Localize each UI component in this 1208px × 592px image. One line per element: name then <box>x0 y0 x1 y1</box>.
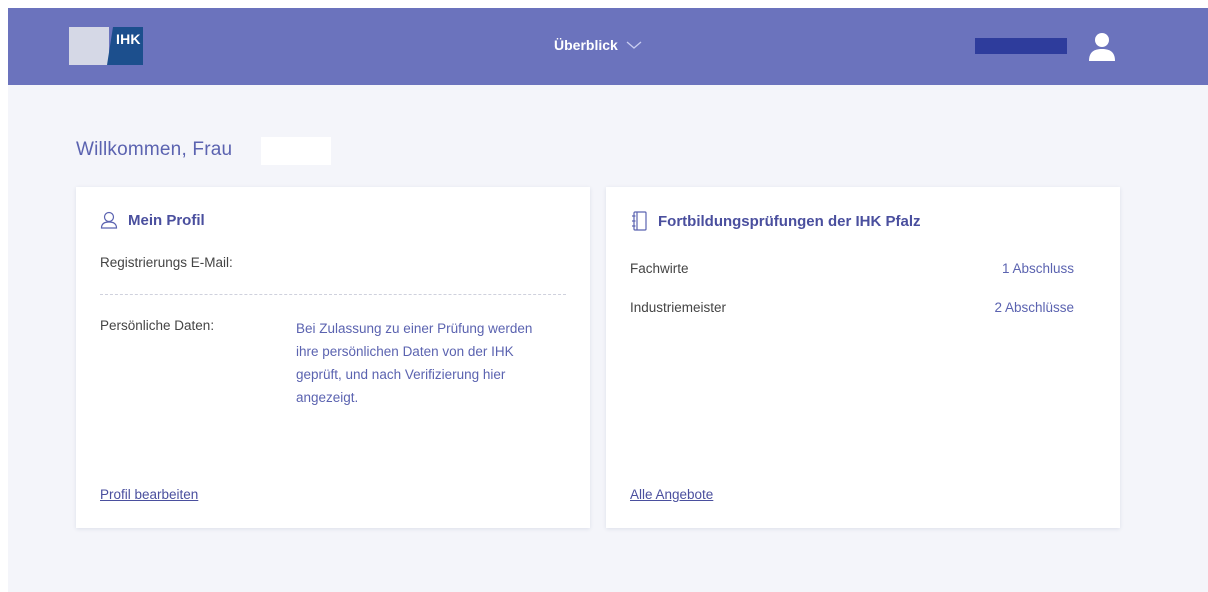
profile-card-title: Mein Profil <box>100 211 205 229</box>
exam-row-label: Industriemeister <box>630 300 727 315</box>
page: IHK Überblick Willkommen, Frau Mein Prof… <box>8 8 1208 592</box>
logo-text: IHK <box>116 31 141 47</box>
divider <box>100 294 566 295</box>
exams-card-title: Fortbildungsprüfungen der IHK Pfalz <box>630 211 921 231</box>
exams-title-text: Fortbildungsprüfungen der IHK Pfalz <box>658 212 921 230</box>
welcome-heading: Willkommen, Frau <box>76 139 233 160</box>
registration-email-label: Registrierungs E-Mail: <box>100 255 233 270</box>
top-navigation-bar: IHK Überblick <box>8 8 1208 85</box>
ihk-logo[interactable]: IHK <box>69 27 143 65</box>
logo-left-block <box>69 27 109 65</box>
username-redacted <box>975 38 1067 54</box>
profile-card: Mein Profil Registrierungs E-Mail: Persö… <box>76 187 590 528</box>
profile-title-text: Mein Profil <box>128 211 205 229</box>
personal-data-label: Persönliche Daten: <box>100 318 215 333</box>
exam-row-value[interactable]: 2 Abschlüsse <box>994 300 1074 315</box>
exam-row-value[interactable]: 1 Abschluss <box>1002 261 1074 276</box>
notebook-icon <box>632 211 647 231</box>
overview-label: Überblick <box>554 37 618 53</box>
edit-profile-link[interactable]: Profil bearbeiten <box>100 487 198 502</box>
exam-row-label: Fachwirte <box>630 261 689 276</box>
personal-data-info: Bei Zulassung zu einer Prüfung werden ih… <box>296 321 533 405</box>
chevron-down-icon <box>626 41 642 49</box>
person-outline-icon <box>100 211 118 229</box>
exams-card: Fortbildungsprüfungen der IHK Pfalz Fach… <box>606 187 1120 528</box>
name-redacted <box>261 137 331 165</box>
user-account-icon[interactable] <box>1088 32 1116 62</box>
overview-dropdown[interactable]: Überblick <box>554 37 642 53</box>
all-offers-link[interactable]: Alle Angebote <box>630 487 713 502</box>
